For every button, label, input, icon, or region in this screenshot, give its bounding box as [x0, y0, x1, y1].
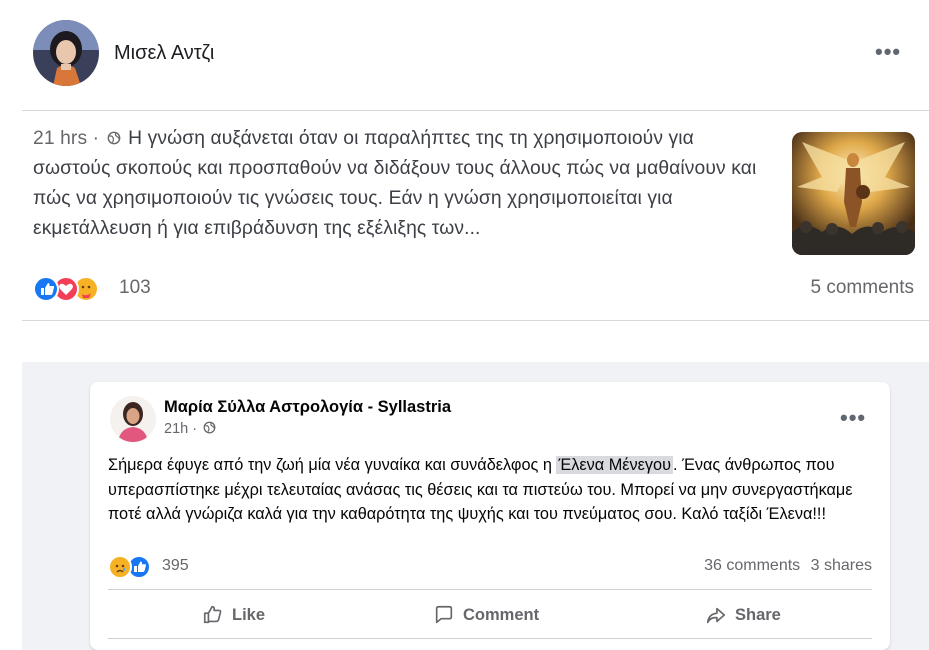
- post-text: 21 hrs · Η γνώση αυξάνεται όταν οι παραλ…: [33, 124, 768, 244]
- thumbs-up-icon: [203, 605, 222, 624]
- reaction-count[interactable]: 395: [162, 557, 189, 575]
- engagement-stats: 36 comments 3 shares: [704, 557, 872, 575]
- reactions[interactable]: [108, 555, 151, 579]
- more-options-icon[interactable]: •••: [840, 407, 866, 429]
- author-name[interactable]: Μισελ Αντζι: [114, 42, 214, 65]
- globe-icon: [107, 131, 121, 145]
- post-thumbnail[interactable]: [792, 132, 915, 255]
- share-button[interactable]: Share: [705, 600, 781, 630]
- post-1: Μισελ Αντζι ••• 21 hrs · Η γνώση αυξάνετ…: [0, 0, 929, 330]
- avatar[interactable]: [110, 396, 156, 442]
- post-text-part: Σήμερα έφυγε από την ζωή μία νέα γυναίκα…: [108, 456, 557, 474]
- timestamp[interactable]: 21h: [164, 421, 188, 437]
- reaction-count[interactable]: 103: [119, 277, 151, 299]
- post-body-text: Η γνώση αυξάνεται όταν οι παραλήπτες της…: [33, 128, 757, 239]
- comment-icon: [435, 605, 453, 624]
- sad-reaction-icon: [108, 555, 132, 579]
- author-name[interactable]: Μαρία Σύλλα Αστρολογία - Syllastria: [164, 398, 451, 417]
- mention-link[interactable]: Έλενα Μένεγου: [556, 456, 674, 474]
- divider: [108, 589, 872, 590]
- separator: ·: [192, 421, 198, 437]
- comment-label: Comment: [463, 605, 540, 624]
- post-text: Σήμερα έφυγε από την ζωή μία νέα γυναίκα…: [108, 453, 878, 527]
- divider: [22, 320, 929, 321]
- post-meta: 21h ·: [164, 421, 218, 437]
- timestamp[interactable]: 21 hrs: [33, 128, 87, 149]
- avatar[interactable]: [33, 20, 99, 86]
- like-reaction-icon: [33, 276, 59, 302]
- reactions[interactable]: [33, 276, 99, 302]
- share-icon: [706, 607, 726, 624]
- more-options-icon[interactable]: •••: [875, 41, 901, 63]
- post-2: Μαρία Σύλλα Αστρολογία - Syllastria 21h …: [90, 382, 890, 650]
- like-button[interactable]: Like: [202, 600, 265, 630]
- separator: ·: [92, 128, 100, 149]
- shares-count[interactable]: 3 shares: [811, 557, 872, 574]
- globe-icon: [203, 421, 216, 434]
- share-label: Share: [735, 605, 781, 624]
- comment-button[interactable]: Comment: [433, 600, 539, 630]
- divider: [108, 638, 872, 639]
- comments-count[interactable]: 36 comments: [704, 557, 800, 574]
- comments-count[interactable]: 5 comments: [811, 277, 914, 299]
- divider: [22, 110, 929, 111]
- like-label: Like: [232, 605, 266, 624]
